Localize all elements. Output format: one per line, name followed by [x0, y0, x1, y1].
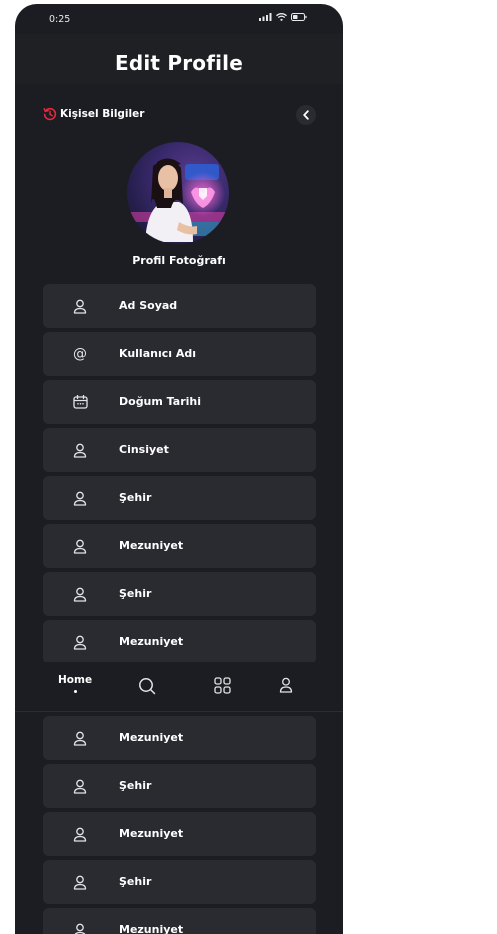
user-icon	[71, 921, 89, 934]
field-sehir[interactable]: Şehir	[43, 572, 316, 616]
search-icon	[139, 678, 156, 695]
battery-icon	[291, 13, 307, 21]
field-cinsiyet[interactable]: Cinsiyet	[43, 428, 316, 472]
profile-photo	[127, 142, 229, 244]
field-label: Şehir	[119, 491, 152, 504]
field-sehir[interactable]: Şehir	[43, 764, 316, 808]
nav-grid[interactable]	[214, 677, 231, 694]
profile-photo-label: Profil Fotoğrafı	[132, 254, 226, 267]
user-icon	[71, 441, 89, 459]
field-label: Doğum Tarihi	[119, 395, 201, 408]
field-mezuniyet[interactable]: Mezuniyet	[43, 908, 316, 934]
grid-icon	[214, 677, 231, 694]
field-mezuniyet[interactable]: Mezuniyet	[43, 524, 316, 568]
field-label: Mezuniyet	[119, 827, 184, 840]
field-label: Kullanıcı Adı	[119, 347, 197, 360]
field-kullanici-adi[interactable]: @ Kullanıcı Adı	[43, 332, 316, 376]
nav-search[interactable]	[138, 677, 156, 695]
field-mezuniyet[interactable]: Mezuniyet	[43, 620, 316, 664]
field-ad-soyad[interactable]: Ad Soyad	[43, 284, 316, 328]
field-label: Şehir	[119, 779, 152, 792]
field-sehir[interactable]: Şehir	[43, 476, 316, 520]
user-icon	[71, 633, 89, 651]
field-dogum-tarihi[interactable]: Doğum Tarihi	[43, 380, 316, 424]
field-label: Ad Soyad	[119, 299, 178, 312]
bottom-nav: Home	[15, 662, 343, 712]
header: Edit Profile	[15, 34, 343, 84]
user-icon	[71, 825, 89, 843]
user-icon	[71, 537, 89, 555]
field-mezuniyet[interactable]: Mezuniyet	[43, 812, 316, 856]
field-mezuniyet[interactable]: Mezuniyet	[43, 716, 316, 760]
back-button[interactable]	[296, 105, 316, 125]
status-icons	[259, 13, 307, 21]
field-label: Cinsiyet	[119, 443, 169, 456]
nav-profile[interactable]	[279, 677, 293, 693]
avatar[interactable]	[127, 142, 229, 244]
phone-frame: 0:25 Edit Profile Kişisel Bilgiler Profi…	[15, 4, 343, 934]
field-label: Şehir	[119, 587, 152, 600]
nav-home[interactable]: Home	[58, 674, 92, 693]
field-label: Mezuniyet	[119, 731, 184, 744]
status-bar: 0:25	[15, 4, 343, 34]
status-time: 0:25	[49, 14, 71, 25]
user-icon	[71, 297, 89, 315]
at-icon: @	[73, 346, 87, 362]
field-label: Mezuniyet	[119, 923, 184, 934]
page-title: Edit Profile	[115, 51, 243, 75]
field-label: Mezuniyet	[119, 635, 184, 648]
profile-icon	[279, 677, 293, 693]
user-icon	[71, 777, 89, 795]
user-icon	[71, 729, 89, 747]
user-icon	[71, 873, 89, 891]
history-icon	[43, 107, 57, 121]
field-label: Şehir	[119, 875, 152, 888]
calendar-icon	[71, 393, 89, 411]
wifi-icon	[276, 13, 287, 21]
user-icon	[71, 489, 89, 507]
nav-home-label: Home	[58, 674, 93, 686]
section-header: Kişisel Bilgiler	[43, 107, 144, 121]
user-icon	[71, 585, 89, 603]
chevron-left-icon	[303, 110, 309, 120]
section-title: Kişisel Bilgiler	[60, 108, 145, 120]
field-label: Mezuniyet	[119, 539, 184, 552]
field-sehir[interactable]: Şehir	[43, 860, 316, 904]
active-indicator	[73, 690, 77, 693]
signal-icon	[259, 13, 272, 21]
